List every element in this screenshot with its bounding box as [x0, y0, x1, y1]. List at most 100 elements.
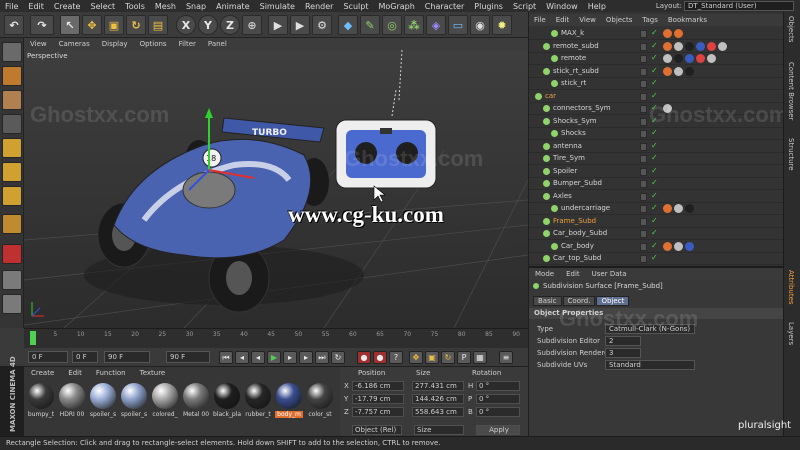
object-name[interactable]: remote_subd [553, 42, 599, 50]
size-field[interactable]: 558.643 cm [412, 407, 464, 417]
object-menu-bookmarks[interactable]: Bookmarks [663, 16, 712, 24]
enabled-check-icon[interactable]: ✓ [651, 28, 658, 37]
tag-icon[interactable] [707, 54, 716, 63]
menu-plugins[interactable]: Plugins [469, 2, 508, 11]
tab-objects[interactable]: Objects [787, 16, 795, 42]
object-name[interactable]: connectors_Sym [553, 104, 611, 112]
current-frame-field[interactable]: 0 F [72, 351, 98, 363]
rotation-field[interactable]: 0 ° [476, 407, 520, 417]
key-pla-icon[interactable]: ▦ [473, 351, 487, 364]
object-name[interactable]: remote [561, 54, 586, 62]
object-name[interactable]: stick_rt [561, 79, 586, 87]
size-field[interactable]: 144.426 cm [412, 394, 464, 404]
enabled-check-icon[interactable]: ✓ [651, 253, 658, 262]
visibility-toggle[interactable] [640, 55, 647, 63]
material-swatch[interactable] [152, 383, 178, 409]
record-icon[interactable]: ● [357, 351, 371, 364]
start-frame-field[interactable]: 0 F [28, 351, 68, 363]
key-scale-icon[interactable]: ▣ [425, 351, 439, 364]
visibility-toggle[interactable] [640, 217, 647, 226]
live-select-icon[interactable]: ↖ [60, 15, 80, 35]
enabled-check-icon[interactable]: ✓ [651, 91, 658, 100]
position-field[interactable]: -17.79 cm [352, 394, 404, 404]
material-swatch[interactable] [121, 383, 147, 409]
menu-help[interactable]: Help [583, 2, 611, 11]
object-name[interactable]: Spoiler [553, 167, 577, 175]
next-key-icon[interactable]: ▸ [299, 351, 313, 364]
attribute-menu-mode[interactable]: Mode [529, 270, 560, 278]
tag-icon[interactable] [663, 41, 672, 51]
object-row[interactable]: Car_body ✓ [529, 241, 784, 253]
visibility-toggle[interactable] [640, 67, 647, 76]
enabled-check-icon[interactable]: ✓ [651, 216, 658, 225]
menu-simulate[interactable]: Simulate [255, 2, 300, 11]
position-field[interactable]: -6.186 cm [352, 381, 404, 391]
object-menu-file[interactable]: File [529, 16, 551, 24]
object-row[interactable]: car ✓ [529, 91, 784, 103]
position-field[interactable]: -7.757 cm [352, 407, 404, 417]
coordinate-mode-select[interactable]: Object (Rel) [352, 425, 402, 435]
size-mode-select[interactable]: Size [414, 425, 464, 435]
menu-mesh[interactable]: Mesh [150, 2, 181, 11]
move-icon[interactable]: ✥ [82, 15, 102, 35]
axis-mode-icon[interactable] [2, 214, 22, 234]
tab-layers[interactable]: Layers [787, 322, 795, 345]
object-name[interactable]: Tire_Sym [553, 154, 585, 162]
attribute-value[interactable]: Standard [605, 360, 695, 370]
enabled-check-icon[interactable]: ✓ [651, 166, 658, 175]
object-name[interactable]: Shocks_Sym [553, 117, 597, 125]
tag-icon[interactable] [674, 41, 683, 51]
menu-script[interactable]: Script [508, 2, 541, 11]
visibility-toggle[interactable] [640, 30, 647, 38]
key-position-icon[interactable]: ✥ [409, 351, 423, 364]
lock-workplane-icon[interactable] [2, 270, 22, 290]
menu-render[interactable]: Render [300, 2, 338, 11]
viewport-menu-panel[interactable]: Panel [202, 40, 233, 48]
prev-key-icon[interactable]: ◂ [235, 351, 249, 364]
tag-icon[interactable] [718, 41, 727, 51]
attribute-menu-edit[interactable]: Edit [560, 270, 586, 278]
viewport-menu-options[interactable]: Options [134, 40, 173, 48]
menu-animate[interactable]: Animate [211, 2, 255, 11]
attribute-value[interactable]: 3 [605, 348, 641, 358]
tag-icon[interactable] [685, 54, 694, 63]
tab-object[interactable]: Object [596, 296, 630, 306]
enabled-check-icon[interactable]: ✓ [651, 78, 658, 87]
object-menu-view[interactable]: View [574, 16, 601, 24]
points-mode-icon[interactable] [2, 138, 22, 158]
tag-icon[interactable] [674, 29, 683, 38]
object-name[interactable]: antenna [553, 142, 582, 150]
visibility-toggle[interactable] [640, 205, 647, 213]
viewport-menu-view[interactable]: View [24, 40, 53, 48]
tag-icon[interactable] [663, 66, 672, 76]
tag-icon[interactable] [696, 41, 705, 51]
polygons-mode-icon[interactable] [2, 186, 22, 206]
workplane-icon[interactable] [2, 114, 22, 134]
enabled-check-icon[interactable]: ✓ [651, 53, 658, 62]
material-menu-edit[interactable]: Edit [61, 369, 89, 377]
edges-mode-icon[interactable] [2, 162, 22, 182]
object-row[interactable]: Axles ✓ [529, 191, 784, 203]
object-row[interactable]: MAX_k ✓ [529, 28, 784, 40]
tag-icon[interactable] [696, 54, 705, 63]
object-row[interactable]: stick_rt ✓ [529, 78, 784, 90]
camera-icon[interactable]: ◉ [470, 15, 490, 35]
menu-file[interactable]: File [0, 2, 23, 11]
material-menu-function[interactable]: Function [89, 369, 133, 377]
object-name[interactable]: Car_body_Subd [553, 229, 607, 237]
tag-icon[interactable] [674, 204, 683, 213]
tag-icon[interactable] [685, 41, 694, 51]
tag-icon[interactable] [685, 241, 694, 251]
layout-select[interactable]: DT_Standard (User) [684, 1, 794, 11]
tag-icon[interactable] [663, 54, 672, 63]
key-rotation-icon[interactable]: ↻ [441, 351, 455, 364]
grid-icon[interactable] [2, 294, 22, 314]
attribute-menu-user-data[interactable]: User Data [586, 270, 633, 278]
light-icon[interactable]: ✹ [492, 15, 512, 35]
tag-icon[interactable] [674, 241, 683, 251]
object-row[interactable]: Car_body_Subd ✓ [529, 228, 784, 240]
play-icon[interactable]: ▶ [267, 351, 281, 364]
menu-mograph[interactable]: MoGraph [373, 2, 419, 11]
visibility-toggle[interactable] [640, 105, 647, 113]
menu-sculpt[interactable]: Sculpt [338, 2, 373, 11]
